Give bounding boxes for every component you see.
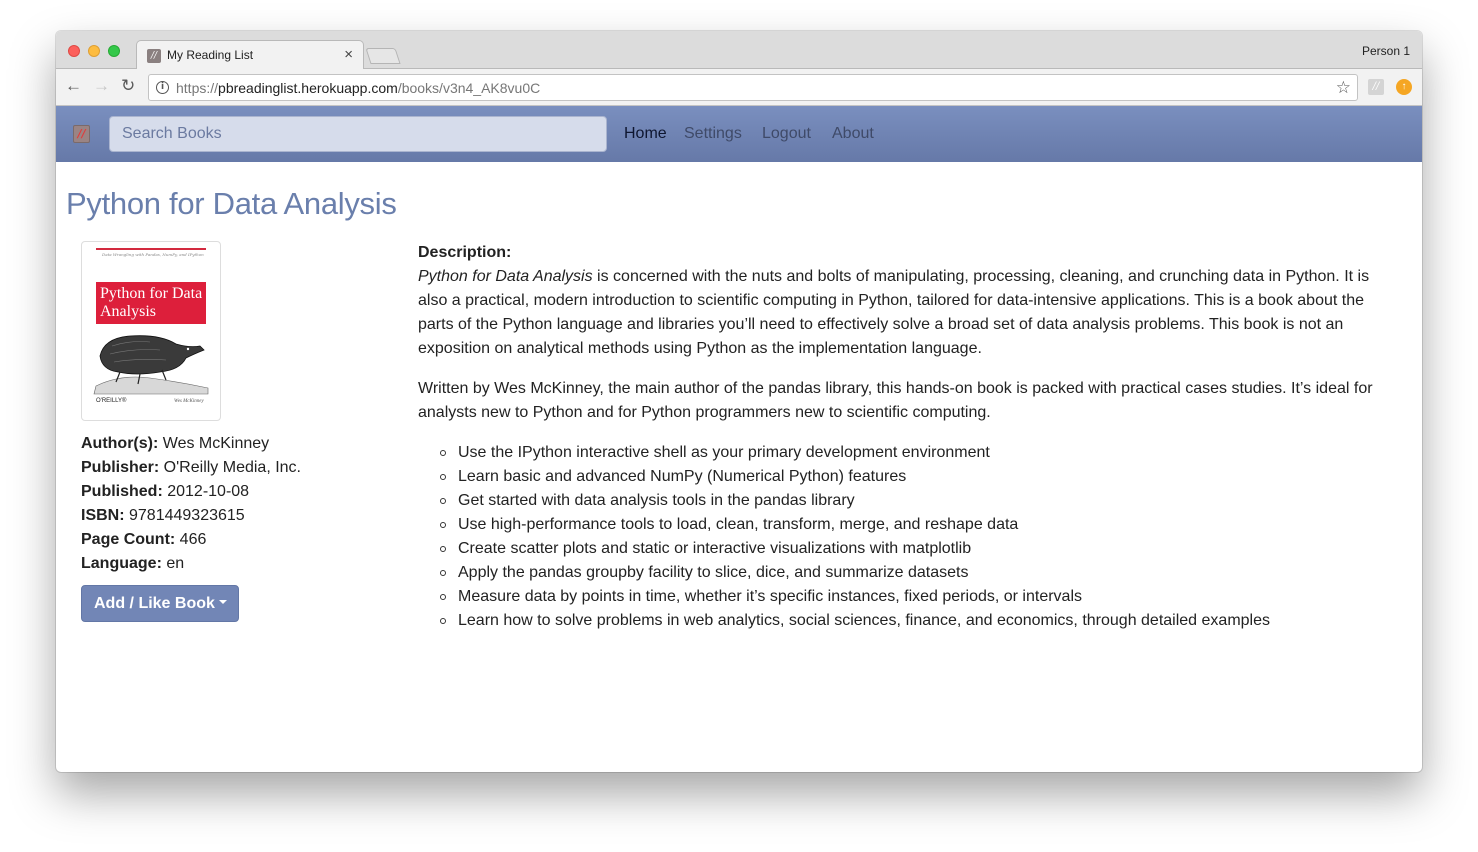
- bullet-icon: [440, 522, 446, 528]
- description-paragraph: Python for Data Analysis is concerned wi…: [418, 265, 1393, 361]
- list-item-text: Measure data by points in time, whether …: [458, 588, 1082, 605]
- cover-author: Wes McKinney: [174, 399, 204, 404]
- brand-logo-icon[interactable]: //: [73, 125, 90, 143]
- cover-animal-illustration: [93, 335, 209, 395]
- list-item-text: Learn basic and advanced NumPy (Numerica…: [458, 468, 907, 485]
- list-item-text: Create scatter plots and static or inter…: [458, 540, 972, 557]
- meta-label: ISBN:: [81, 507, 125, 524]
- list-item-text: Learn how to solve problems in web analy…: [458, 612, 1270, 629]
- list-item: Get started with data analysis tools in …: [418, 489, 1393, 513]
- meta-label: Author(s):: [81, 435, 159, 452]
- extension-icon[interactable]: //: [1368, 79, 1384, 95]
- meta-value: 2012-10-08: [162, 483, 250, 500]
- list-item: Use the IPython interactive shell as you…: [418, 441, 1393, 465]
- page-title: Python for Data Analysis: [66, 186, 397, 221]
- meta-label: Language:: [81, 555, 162, 572]
- meta-authors: Author(s): Wes McKinney: [81, 432, 301, 456]
- url-scheme: https://: [176, 80, 219, 96]
- forward-arrow-icon[interactable]: →: [93, 77, 110, 95]
- nav-link-about[interactable]: About: [832, 125, 874, 143]
- tab-title: My Reading List: [167, 48, 254, 62]
- nav-link-home[interactable]: Home: [624, 125, 667, 143]
- caret-down-icon: [218, 599, 227, 604]
- meta-value: 9781449323615: [124, 507, 245, 524]
- meta-published: Published: 2012-10-08: [81, 480, 301, 504]
- bullet-icon: [440, 594, 446, 600]
- meta-value: en: [161, 555, 185, 572]
- close-tab-icon[interactable]: ×: [344, 46, 353, 63]
- meta-page-count: Page Count: 466: [81, 528, 301, 552]
- browser-tab[interactable]: // My Reading List ×: [136, 40, 364, 70]
- reload-icon[interactable]: ↻: [121, 77, 135, 95]
- meta-label: Page Count:: [81, 531, 176, 548]
- nav-link-logout[interactable]: Logout: [762, 125, 811, 143]
- bullet-icon: [440, 498, 446, 504]
- cover-top-rule: [96, 248, 206, 250]
- book-description: Description: Python for Data Analysis is…: [418, 241, 1393, 633]
- feature-list: Use the IPython interactive shell as you…: [418, 441, 1393, 633]
- list-item-text: Use the IPython interactive shell as you…: [458, 444, 990, 461]
- meta-value: Wes McKinney: [158, 435, 270, 452]
- list-item: Learn basic and advanced NumPy (Numerica…: [418, 465, 1393, 489]
- book-cover: Data Wrangling with Pandas, NumPy, and I…: [81, 241, 221, 421]
- meta-language: Language: en: [81, 552, 301, 576]
- browser-toolbar: ← → ↻ i https://pbreadinglist.herokuapp.…: [56, 69, 1422, 106]
- extension-update-icon[interactable]: ↑: [1396, 79, 1412, 95]
- favicon-icon: //: [147, 49, 161, 63]
- maximize-window-button[interactable]: [108, 45, 120, 57]
- new-tab-button[interactable]: [365, 48, 401, 64]
- add-like-book-label: Add / Like Book: [94, 595, 215, 612]
- list-item: Use high-performance tools to load, clea…: [418, 513, 1393, 537]
- url-host: pbreadinglist.herokuapp.com: [218, 80, 398, 96]
- bullet-icon: [440, 618, 446, 624]
- description-paragraph-2: Written by Wes McKinney, the main author…: [418, 380, 1373, 421]
- browser-window: // My Reading List × Person 1 ← → ↻ i ht…: [56, 31, 1422, 772]
- list-item: Apply the pandas groupby facility to sli…: [418, 561, 1393, 585]
- back-arrow-icon[interactable]: ←: [65, 77, 82, 95]
- cover-art: Data Wrangling with Pandas, NumPy, and I…: [88, 246, 214, 416]
- close-window-button[interactable]: [68, 45, 80, 57]
- bullet-icon: [440, 570, 446, 576]
- minimize-window-button[interactable]: [88, 45, 100, 57]
- bullet-icon: [440, 546, 446, 552]
- info-icon[interactable]: i: [156, 81, 169, 94]
- url-text[interactable]: https://pbreadinglist.herokuapp.com/book…: [176, 80, 540, 96]
- site-navbar: // Search Books Home Settings Logout Abo…: [56, 106, 1422, 162]
- meta-value: 466: [175, 531, 207, 548]
- bullet-icon: [440, 450, 446, 456]
- bullet-icon: [440, 474, 446, 480]
- meta-label: Published:: [81, 483, 163, 500]
- address-bar[interactable]: i https://pbreadinglist.herokuapp.com/bo…: [148, 74, 1358, 101]
- url-path: /books/v3n4_AK8vu0C: [397, 80, 541, 96]
- meta-label: Publisher:: [81, 459, 160, 476]
- list-item: Learn how to solve problems in web analy…: [418, 609, 1393, 633]
- list-item: Create scatter plots and static or inter…: [418, 537, 1393, 561]
- list-item-text: Get started with data analysis tools in …: [458, 492, 855, 509]
- book-metadata: Author(s): Wes McKinney Publisher: O'Rei…: [81, 432, 301, 576]
- search-input[interactable]: Search Books: [109, 116, 607, 152]
- cover-subtitle: Data Wrangling with Pandas, NumPy, and I…: [102, 252, 204, 257]
- list-item-text: Apply the pandas groupby facility to sli…: [458, 564, 969, 581]
- add-like-book-button[interactable]: Add / Like Book: [81, 585, 239, 622]
- nav-link-settings[interactable]: Settings: [684, 125, 742, 143]
- meta-value: O'Reilly Media, Inc.: [159, 459, 301, 476]
- cover-publisher: O'REILLY®: [96, 398, 127, 404]
- list-item-text: Use high-performance tools to load, clea…: [458, 516, 1019, 533]
- description-book-title: Python for Data Analysis: [418, 268, 593, 285]
- tab-strip: // My Reading List × Person 1: [56, 31, 1422, 70]
- meta-isbn: ISBN: 9781449323615: [81, 504, 301, 528]
- list-item: Measure data by points in time, whether …: [418, 585, 1393, 609]
- meta-publisher: Publisher: O'Reilly Media, Inc.: [81, 456, 301, 480]
- bookmark-star-icon[interactable]: ☆: [1336, 78, 1351, 98]
- description-label: Description:: [418, 244, 512, 261]
- profile-name[interactable]: Person 1: [1362, 44, 1410, 58]
